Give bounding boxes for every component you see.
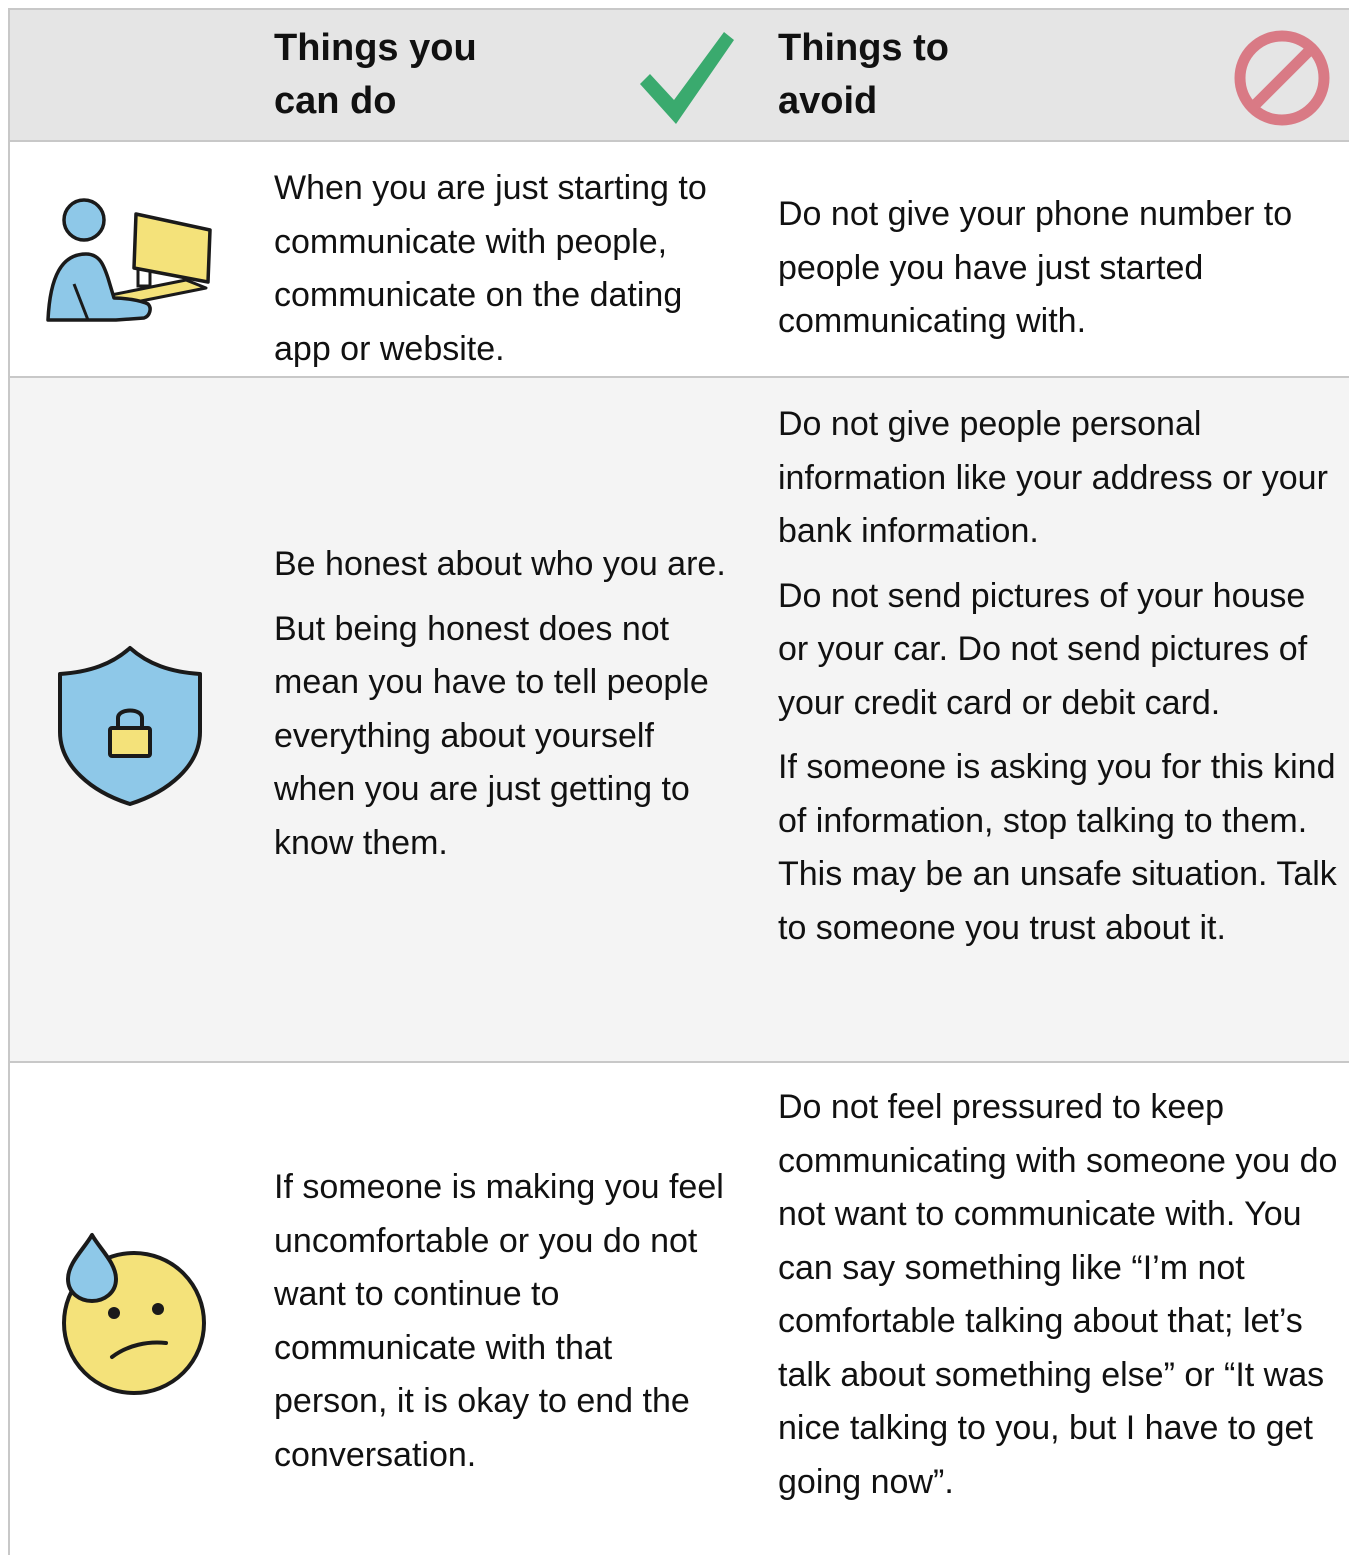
avoid-text: Do not give your phone number to people … xyxy=(778,195,1293,340)
avoid-title-line: Things to xyxy=(778,27,949,69)
do-text: But being honest does not mean you have … xyxy=(274,609,709,862)
do-cell: If someone is making you feel uncomforta… xyxy=(274,1161,734,1482)
person-at-computer-icon xyxy=(46,198,212,322)
do-cell: Be honest about who you are. But being h… xyxy=(274,538,734,870)
table-row: Be honest about who you are. But being h… xyxy=(10,378,1349,1063)
table-header-row: Things you can do Things to avoid xyxy=(10,10,1349,142)
do-column-title: Things you can do xyxy=(274,22,477,128)
avoid-cell: Do not give people personal information … xyxy=(778,398,1338,955)
tips-table: Things you can do Things to avoid When y… xyxy=(8,8,1349,1557)
do-text: When you are just starting to communicat… xyxy=(274,169,707,368)
avoid-text: Do not give people personal information … xyxy=(778,405,1328,550)
checkmark-icon xyxy=(640,32,734,124)
shield-lock-icon xyxy=(58,646,202,806)
avoid-text: If someone is asking you for this kind o… xyxy=(778,748,1337,947)
worried-face-sweat-icon xyxy=(62,1233,206,1395)
avoid-cell: Do not feel pressured to keep communicat… xyxy=(778,1081,1338,1509)
avoid-text: Do not send pictures of your house or yo… xyxy=(778,576,1308,722)
table-row: When you are just starting to communicat… xyxy=(10,142,1349,378)
do-title-line: can do xyxy=(274,80,397,122)
avoid-column-title: Things to avoid xyxy=(778,22,949,128)
avoid-title-line: avoid xyxy=(778,80,878,122)
do-text: If someone is making you feel uncomforta… xyxy=(274,1168,724,1474)
do-cell: When you are just starting to communicat… xyxy=(274,162,734,376)
do-text: Be honest about who you are. xyxy=(274,545,726,583)
avoid-text: Do not feel pressured to keep communicat… xyxy=(778,1088,1338,1501)
table-row: If someone is making you feel uncomforta… xyxy=(10,1063,1349,1557)
do-title-line: Things you xyxy=(274,27,477,69)
avoid-cell: Do not give your phone number to people … xyxy=(778,188,1338,349)
prohibited-icon xyxy=(1234,30,1330,126)
